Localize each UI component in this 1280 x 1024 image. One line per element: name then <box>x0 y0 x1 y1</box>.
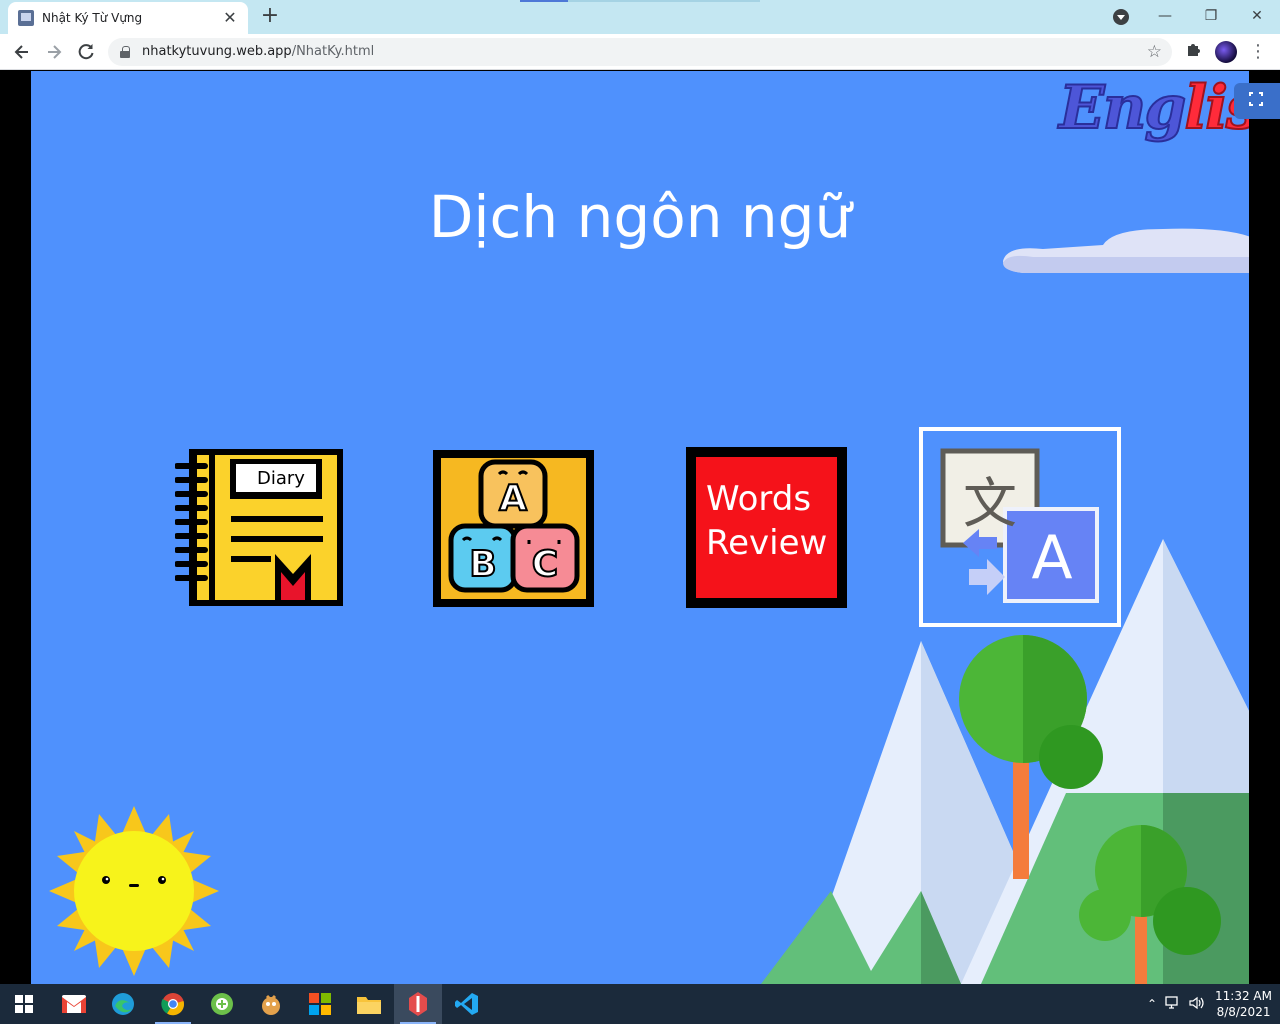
fullscreen-icon[interactable] <box>1234 83 1280 119</box>
browser-tab[interactable]: Nhật Ký Từ Vựng ✕ <box>8 2 248 34</box>
diary-button[interactable]: Diary <box>174 448 345 608</box>
nox-icon[interactable] <box>198 984 246 1024</box>
block-letter-a: A <box>498 477 528 520</box>
clock-time: 11:32 AM <box>1215 989 1272 1003</box>
tab-title: Nhật Ký Từ Vựng <box>42 11 143 25</box>
tabstrip-indicator <box>520 0 568 2</box>
file-explorer-icon[interactable] <box>345 984 393 1024</box>
alphabet-blocks-button[interactable]: A B C <box>433 450 594 607</box>
mountain-scenery <box>761 539 1249 984</box>
app-stage: English Dịch ngôn ngữ <box>31 71 1249 984</box>
volume-icon[interactable] <box>1189 996 1205 1013</box>
site-favicon-icon <box>18 10 34 26</box>
block-letter-c: C <box>531 543 559 586</box>
restore-button[interactable]: ❐ <box>1188 2 1234 30</box>
diary-label: Diary <box>257 468 305 489</box>
bookmark-star-icon[interactable]: ☆ <box>1147 42 1162 62</box>
minimize-button[interactable]: — <box>1142 2 1188 30</box>
abc-blocks-icon <box>433 450 594 607</box>
browser-tabstrip: Nhật Ký Từ Vựng ✕ + — ❐ ✕ <box>0 0 1280 34</box>
windows-taskbar: ⌃ 11:32 AM 8/8/2021 <box>0 984 1280 1024</box>
cloud-decoration <box>1003 228 1249 273</box>
tabstrip-indicator-secondary <box>568 0 760 2</box>
chinese-character: 文 <box>963 472 1017 535</box>
clock-date: 8/8/2021 <box>1216 1005 1271 1019</box>
windows-start-icon[interactable] <box>0 984 48 1024</box>
url-text: nhatkytuvung.web.app/NhatKy.html <box>142 44 375 59</box>
words-review-line1: Words <box>706 479 812 519</box>
system-tray: ⌃ 11:32 AM 8/8/2021 <box>1147 984 1272 1024</box>
vscode-icon[interactable] <box>443 984 491 1024</box>
sun-character <box>49 806 219 976</box>
back-arrow-icon[interactable] <box>8 38 36 66</box>
clock[interactable]: 11:32 AM 8/8/2021 <box>1215 988 1272 1020</box>
extensions-puzzle-icon[interactable] <box>1184 40 1204 60</box>
english-logo: English <box>1058 72 1249 144</box>
tab-search-icon[interactable] <box>1113 9 1129 25</box>
browser-toolbar: nhatkytuvung.web.app/NhatKy.html ☆ <box>0 34 1280 70</box>
office-icon[interactable] <box>296 984 344 1024</box>
chevron-up-icon[interactable]: ⌃ <box>1147 997 1157 1011</box>
game-icon[interactable] <box>247 984 295 1024</box>
forward-arrow-icon[interactable] <box>40 38 68 66</box>
kebab-menu-icon[interactable]: ⋮ <box>1249 38 1267 66</box>
close-window-button[interactable]: ✕ <box>1234 2 1280 30</box>
tab-close-icon[interactable]: ✕ <box>222 10 238 26</box>
network-icon[interactable] <box>1165 995 1181 1013</box>
profile-avatar[interactable] <box>1215 41 1237 63</box>
page-viewport: English Dịch ngôn ngữ <box>0 71 1280 984</box>
chrome-icon[interactable] <box>149 984 197 1024</box>
edge-icon[interactable] <box>99 984 147 1024</box>
lock-icon[interactable] <box>120 46 130 58</box>
block-letter-b: B <box>468 543 497 586</box>
new-tab-button[interactable]: + <box>258 5 282 29</box>
app-icon[interactable] <box>394 984 442 1024</box>
address-bar[interactable]: nhatkytuvung.web.app/NhatKy.html ☆ <box>108 38 1172 66</box>
reload-icon[interactable] <box>72 38 100 66</box>
gmail-icon[interactable] <box>50 984 98 1024</box>
